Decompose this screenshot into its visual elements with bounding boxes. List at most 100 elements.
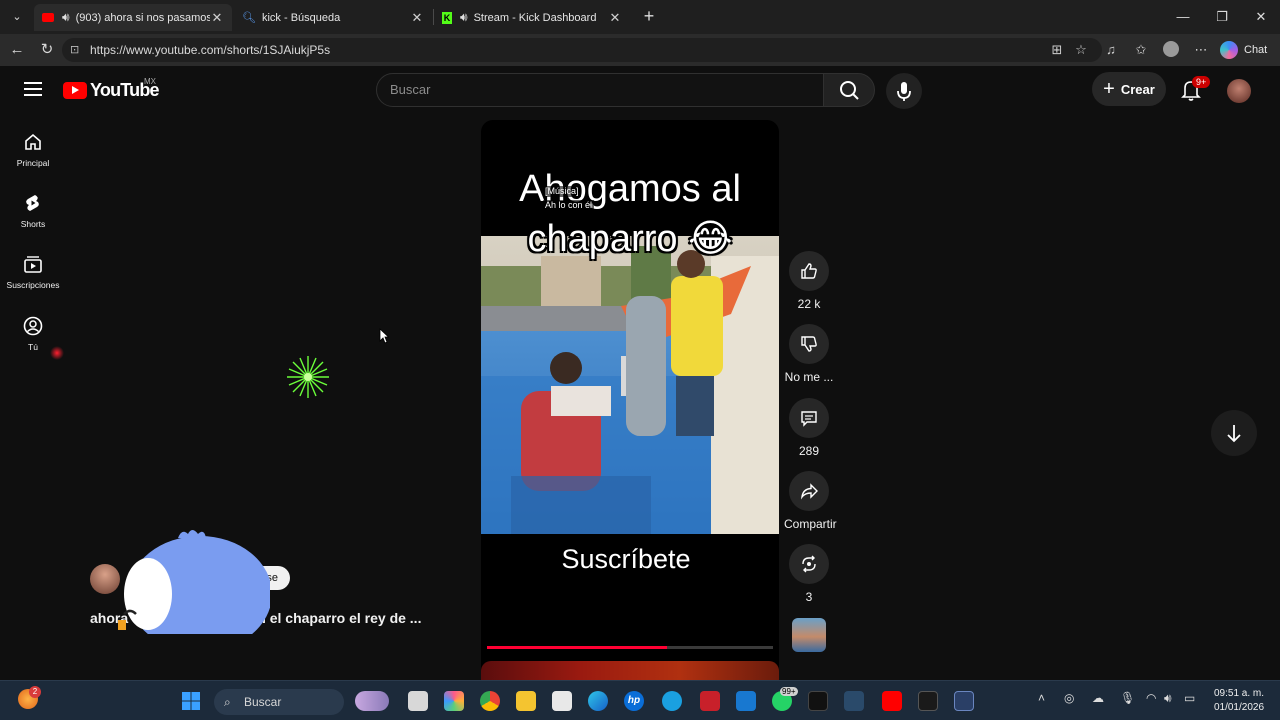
widget-image-icon[interactable] [355, 691, 389, 711]
obs-icon[interactable] [954, 691, 974, 711]
microphone-tray-icon[interactable]: 🎙︎ [1120, 691, 1135, 705]
help-icon[interactable] [662, 691, 682, 711]
refresh-icon[interactable]: ↻ [36, 39, 58, 61]
windows-start-icon[interactable] [181, 691, 201, 711]
browser-toolbar: ← ↻ ⊡ https://www.youtube.com/shorts/1SJ… [0, 34, 1280, 66]
youtube-play-icon [63, 82, 87, 99]
close-tab-icon[interactable]: ✕ [608, 10, 622, 26]
tab-kick-dashboard[interactable]: K 🔊︎ Stream - Kick Dashboard ✕ [434, 4, 630, 31]
youtube-page: YouTube MX Buscar + Crear 9+ Principal S… [0, 66, 1280, 680]
remix-button[interactable]: 3 [784, 544, 834, 604]
monitor-app-icon[interactable] [844, 691, 864, 711]
arrow-down-icon [1227, 425, 1241, 443]
clock[interactable]: 09:51 a. m. 01/01/2026 [1206, 687, 1272, 715]
close-tab-icon[interactable]: ✕ [410, 10, 424, 26]
tiktok-icon[interactable] [808, 691, 828, 711]
search-button[interactable] [823, 73, 875, 107]
account-avatar[interactable] [1227, 79, 1251, 103]
shorts-player[interactable]: Ahogamos al chaparro 😂 [Música] Ah lo co… [481, 120, 779, 680]
sidebar-item-label: Tú [28, 342, 38, 352]
edge-icon[interactable] [588, 691, 608, 711]
microsoft-store-icon[interactable] [552, 691, 572, 711]
chevron-up-icon[interactable]: ˄ [1038, 691, 1045, 705]
file-explorer-icon[interactable] [516, 691, 536, 711]
tab-actions-chevron-icon[interactable]: ⌄ [8, 8, 26, 26]
task-view-icon[interactable] [408, 691, 428, 711]
like-button[interactable]: 22 k [784, 251, 834, 311]
youtube-app-icon[interactable] [882, 691, 902, 711]
security-app-icon[interactable] [700, 691, 720, 711]
url-text: https://www.youtube.com/shorts/1SJAiukjP… [90, 43, 331, 57]
profile-icon[interactable] [1162, 41, 1180, 59]
video-title-overlay: Ahogamos al chaparro 😂 [481, 164, 779, 264]
favorites-icon[interactable]: ✩ [1132, 41, 1150, 59]
hp-icon[interactable]: hp [624, 691, 644, 711]
chrome-icon[interactable] [480, 691, 500, 711]
site-info-icon[interactable]: ⊡ [70, 38, 79, 62]
subscriptions-icon [24, 256, 42, 273]
kick-favicon-icon: K [442, 11, 452, 24]
favorite-star-icon[interactable]: ☆ [1072, 41, 1090, 59]
date: 01/01/2026 [1213, 702, 1265, 713]
back-icon[interactable]: ← [6, 39, 28, 61]
like-count: 22 k [797, 297, 821, 311]
audio-source-thumbnail[interactable] [792, 618, 826, 652]
apps-icon[interactable]: ⊞ [1048, 41, 1066, 59]
sidebar-item-shorts[interactable]: Shorts [0, 193, 66, 229]
taskbar-search[interactable]: ⌕ Buscar [214, 689, 344, 715]
sidebar-item-label: Suscripciones [6, 280, 60, 290]
windows-taskbar: 2 ⌕ Buscar hp 99+ ˄ ◎ ☁ 🎙︎ ◠ 🔊︎ ▭ 09:51 … [0, 680, 1280, 720]
taskbar-search-label: Buscar [244, 695, 282, 709]
streaming-app-icon[interactable] [918, 691, 938, 711]
menu-icon[interactable] [24, 82, 42, 96]
copilot-chat-button[interactable]: Chat [1220, 40, 1267, 60]
search-input[interactable]: Buscar [376, 73, 824, 107]
video-frame [481, 236, 779, 534]
outlook-icon[interactable] [736, 691, 756, 711]
title-line-2: chaparro 😂 [527, 218, 733, 260]
next-short-preview[interactable] [481, 661, 779, 680]
comments-button[interactable]: 289 [784, 398, 834, 458]
sidebar-item-label: Principal [16, 158, 50, 168]
voice-search-button[interactable] [886, 73, 922, 109]
address-bar[interactable]: ⊡ https://www.youtube.com/shorts/1SJAiuk… [62, 38, 1102, 62]
next-short-button[interactable] [1211, 410, 1257, 456]
battery-icon[interactable]: ▭ [1184, 691, 1195, 705]
close-tab-icon[interactable]: ✕ [210, 10, 224, 26]
minimize-icon[interactable]: — [1168, 6, 1198, 28]
new-tab-icon[interactable]: + [638, 5, 660, 27]
speaker-icon[interactable]: 🔊︎ [62, 10, 70, 25]
close-window-icon[interactable]: ✕ [1246, 6, 1276, 28]
mouse-cursor-icon [379, 328, 389, 344]
browser-tab-strip: ⌄ 🔊︎ (903) ahora si nos pasamos c ✕ 🔍︎ k… [0, 0, 1280, 34]
shorts-icon [26, 195, 39, 211]
sidebar-item-suscripciones[interactable]: Suscripciones [0, 254, 66, 290]
copilot-app-icon[interactable] [444, 691, 464, 711]
notification-badge: 9+ [1192, 76, 1211, 88]
thumbs-up-icon [801, 263, 817, 279]
tab-title: Stream - Kick Dashboard [473, 11, 597, 24]
onedrive-icon[interactable]: ☁ [1092, 691, 1104, 705]
dislike-button[interactable]: No me ... [784, 324, 834, 384]
speaker-icon[interactable]: 🔊︎ [460, 10, 468, 25]
sidebar-item-principal[interactable]: Principal [0, 132, 66, 168]
wifi-icon[interactable]: ◠ [1146, 691, 1156, 705]
channel-avatar[interactable] [90, 564, 120, 594]
search-icon [840, 81, 859, 100]
create-button[interactable]: + Crear [1092, 72, 1166, 106]
share-icon [800, 483, 818, 500]
tray-app-icon[interactable]: ◎ [1064, 691, 1074, 705]
volume-icon[interactable]: 🔊︎ [1164, 691, 1172, 706]
comment-icon [801, 411, 817, 427]
maximize-icon[interactable]: ❐ [1207, 6, 1237, 28]
share-label: Compartir [784, 517, 837, 531]
whatsapp-badge: 99+ [780, 687, 798, 696]
video-progress-bar[interactable] [487, 646, 773, 649]
weather-badge: 2 [29, 686, 41, 698]
tab-kick-search[interactable]: 🔍︎ kick - Búsqueda ✕ [234, 4, 432, 31]
more-options-icon[interactable]: ⋯ [1192, 41, 1210, 59]
read-aloud-icon[interactable]: ♫ [1102, 41, 1120, 59]
tab-youtube[interactable]: 🔊︎ (903) ahora si nos pasamos c ✕ [34, 4, 232, 31]
thumbs-down-icon [801, 336, 817, 352]
share-button[interactable]: Compartir [784, 471, 837, 531]
